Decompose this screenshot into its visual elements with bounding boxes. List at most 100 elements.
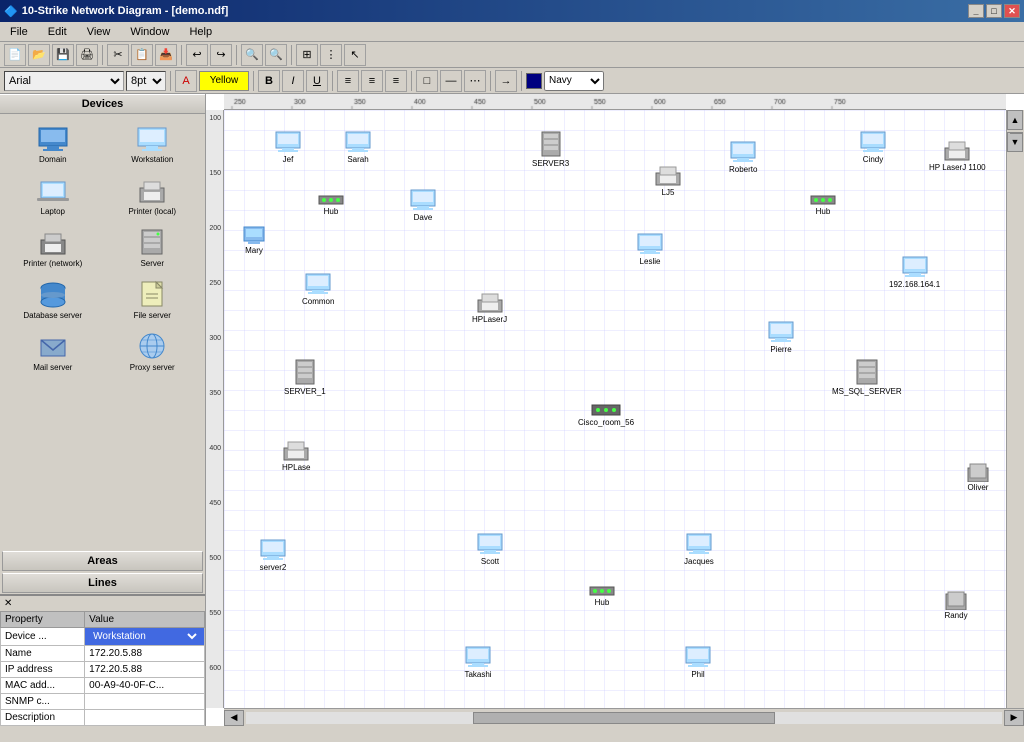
hscroll-track[interactable] <box>246 712 1002 724</box>
hplaser-j-label: HPLaserJ <box>472 315 507 324</box>
hscroll-thumb[interactable] <box>473 712 775 724</box>
props-close-icon[interactable]: ✕ <box>4 598 12 609</box>
node-sarah[interactable]: Sarah <box>344 130 372 164</box>
device-database-server[interactable]: Database server <box>4 274 102 324</box>
node-common[interactable]: Common <box>302 272 334 306</box>
node-phil[interactable]: Phil <box>684 645 712 679</box>
line-color-selector[interactable]: Navy <box>544 71 604 91</box>
restore-button[interactable]: □ <box>986 4 1002 18</box>
node-mary[interactable]: Mary <box>242 225 266 255</box>
open-button[interactable]: 📂 <box>28 44 50 66</box>
device-printer-network[interactable]: Printer (network) <box>4 222 102 272</box>
highlight-color-button[interactable]: Yellow <box>199 71 249 91</box>
device-workstation[interactable]: Workstation <box>104 118 202 168</box>
align-right-button[interactable]: ≡ <box>385 70 407 92</box>
ip164-label: 192.168.164.1 <box>889 280 940 289</box>
undo-button[interactable]: ↩ <box>186 44 208 66</box>
device-type-selector[interactable]: Workstation <box>89 630 200 643</box>
close-button[interactable]: ✕ <box>1004 4 1020 18</box>
scroll-up-button[interactable]: ▲ <box>1007 110 1023 130</box>
new-button[interactable]: 📄 <box>4 44 26 66</box>
save-button[interactable]: 💾 <box>52 44 74 66</box>
node-server1[interactable]: SERVER_1 <box>284 358 326 396</box>
align-button[interactable]: ⊞ <box>296 44 318 66</box>
node-hub1[interactable]: Hub <box>317 194 345 216</box>
device-laptop[interactable]: Laptop <box>4 170 102 220</box>
areas-button[interactable]: Areas <box>2 551 203 571</box>
paste-button[interactable]: 📥 <box>155 44 177 66</box>
minimize-button[interactable]: _ <box>968 4 984 18</box>
node-lj5[interactable]: LJ5 <box>654 165 682 197</box>
node-hub3[interactable]: Hub <box>588 585 616 607</box>
node-dave[interactable]: Dave <box>409 188 437 222</box>
node-hub2[interactable]: Hub <box>809 194 837 216</box>
arrows-button[interactable]: → <box>495 70 517 92</box>
scroll-right-button[interactable]: ▶ <box>1004 710 1024 726</box>
node-hp-laserj[interactable]: HP LaserJ 1100 <box>929 140 986 172</box>
device-proxy-server[interactable]: Proxy server <box>104 326 202 376</box>
node-server3[interactable]: SERVER3 <box>532 130 569 168</box>
border-button[interactable]: □ <box>416 70 438 92</box>
lines-button[interactable]: Lines <box>2 573 203 593</box>
zoom-out-button[interactable]: 🔍 <box>265 44 287 66</box>
node-hplase[interactable]: HPLase <box>282 440 310 472</box>
menu-file[interactable]: File <box>4 24 34 40</box>
align-center-button[interactable]: ≡ <box>361 70 383 92</box>
font-selector[interactable]: Arial <box>4 71 124 91</box>
canvas-area[interactable]: 100150200250300350400450500550600 <box>206 94 1024 726</box>
node-leslie[interactable]: Leslie <box>636 232 664 266</box>
prop-row-value[interactable]: Workstation <box>85 628 205 646</box>
vertical-scrollbar[interactable]: ▲ ▼ <box>1006 110 1024 708</box>
redo-button[interactable]: ↪ <box>210 44 232 66</box>
oliver-label: Oliver <box>968 483 989 492</box>
bold-button[interactable]: B <box>258 70 280 92</box>
node-ms-sql[interactable]: MS_SQL_SERVER <box>832 358 902 396</box>
line-color-swatch[interactable] <box>526 73 542 89</box>
prop-row-property: MAC add... <box>1 678 85 694</box>
copy-button[interactable]: 📋 <box>131 44 153 66</box>
underline-button[interactable]: U <box>306 70 328 92</box>
window-controls[interactable]: _ □ ✕ <box>968 4 1020 18</box>
node-oliver[interactable]: Oliver <box>966 462 990 492</box>
cisco56-label: Cisco_room_56 <box>578 418 634 427</box>
size-selector[interactable]: 8pt <box>126 71 166 91</box>
line-type-button[interactable]: ⋯ <box>464 70 486 92</box>
line-style-button[interactable]: — <box>440 70 462 92</box>
italic-button[interactable]: I <box>282 70 304 92</box>
zoom-in-button[interactable]: 🔍 <box>241 44 263 66</box>
menu-view[interactable]: View <box>81 24 117 40</box>
grid-button[interactable]: ⋮ <box>320 44 342 66</box>
vscroll-thumb[interactable] <box>1010 132 1022 134</box>
node-pierre[interactable]: Pierre <box>767 320 795 354</box>
node-takashi[interactable]: Takashi <box>464 645 492 679</box>
device-printer-local[interactable]: Printer (local) <box>104 170 202 220</box>
node-scott[interactable]: Scott <box>476 532 504 566</box>
menu-help[interactable]: Help <box>183 24 218 40</box>
devices-scroll[interactable]: Domain Workstation <box>0 114 205 550</box>
node-randy[interactable]: Randy <box>944 590 968 620</box>
node-jacques[interactable]: Jacques <box>684 532 714 566</box>
node-cisco56[interactable]: Cisco_room_56 <box>578 403 634 427</box>
scroll-down-button[interactable]: ▼ <box>1007 132 1023 152</box>
node-ip164[interactable]: 192.168.164.1 <box>889 255 940 289</box>
device-domain[interactable]: Domain <box>4 118 102 168</box>
node-cindy[interactable]: Cindy <box>859 130 887 164</box>
node-roberto[interactable]: Roberto <box>729 140 757 174</box>
cut-button[interactable]: ✂ <box>107 44 129 66</box>
device-server[interactable]: Server <box>104 222 202 272</box>
menu-edit[interactable]: Edit <box>42 24 73 40</box>
menu-window[interactable]: Window <box>124 24 175 40</box>
menubar: File Edit View Window Help <box>0 22 1024 42</box>
device-mail-server[interactable]: Mail server <box>4 326 102 376</box>
network-canvas[interactable]: Jef Sarah Dave Hub Mary <box>224 110 1024 708</box>
node-server2[interactable]: server2 <box>259 538 287 572</box>
node-jef[interactable]: Jef <box>274 130 302 164</box>
horizontal-scrollbar[interactable]: ◀ ▶ <box>224 708 1024 726</box>
font-color-button[interactable]: A <box>175 70 197 92</box>
select-button[interactable]: ↖ <box>344 44 366 66</box>
node-hplaser-j[interactable]: HPLaserJ <box>472 292 507 324</box>
device-file-server[interactable]: File server <box>104 274 202 324</box>
scroll-left-button[interactable]: ◀ <box>224 710 244 726</box>
print-button[interactable]: 🖨 <box>76 44 98 66</box>
align-left-button[interactable]: ≡ <box>337 70 359 92</box>
